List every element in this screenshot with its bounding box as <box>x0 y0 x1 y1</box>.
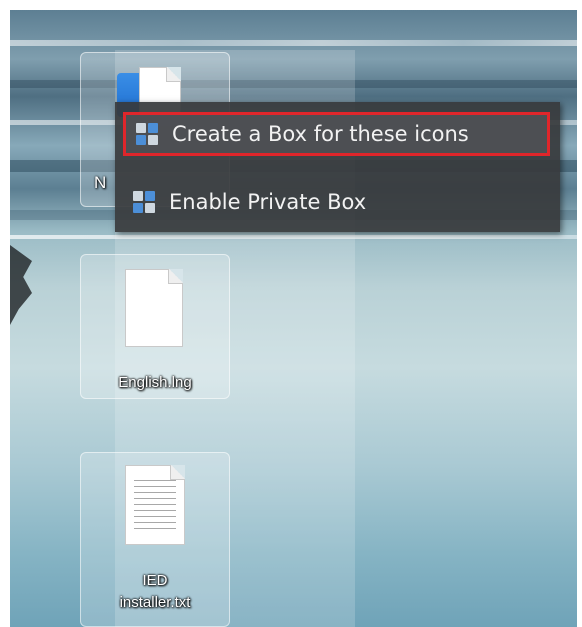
desktop-icon-label: N <box>94 173 107 192</box>
desktop-icon-label-line1: IED <box>142 572 168 589</box>
text-lines <box>134 480 176 534</box>
rock-silhouette <box>10 245 32 325</box>
context-menu: Create a Box for these icons Enable Priv… <box>115 102 560 232</box>
text-file-icon <box>125 465 185 545</box>
blank-file-icon <box>125 269 183 347</box>
box-grid-icon <box>133 191 155 213</box>
desktop-background: N English.lng IED installer.txt Create a… <box>10 10 577 627</box>
wave-band <box>10 40 577 46</box>
menu-item-label: Create a Box for these icons <box>172 122 469 146</box>
desktop-icon-label-line2: installer.txt <box>119 594 191 611</box>
menu-item-create-box[interactable]: Create a Box for these icons <box>123 112 550 156</box>
desktop-icon-label: English.lng <box>118 374 192 391</box>
menu-item-label: Enable Private Box <box>169 190 367 214</box>
desktop-icon-english-lng[interactable]: English.lng <box>80 254 230 399</box>
desktop-icon-ied-installer[interactable]: IED installer.txt <box>80 452 230 627</box>
menu-item-enable-private-box[interactable]: Enable Private Box <box>123 180 550 224</box>
box-grid-icon <box>136 123 158 145</box>
